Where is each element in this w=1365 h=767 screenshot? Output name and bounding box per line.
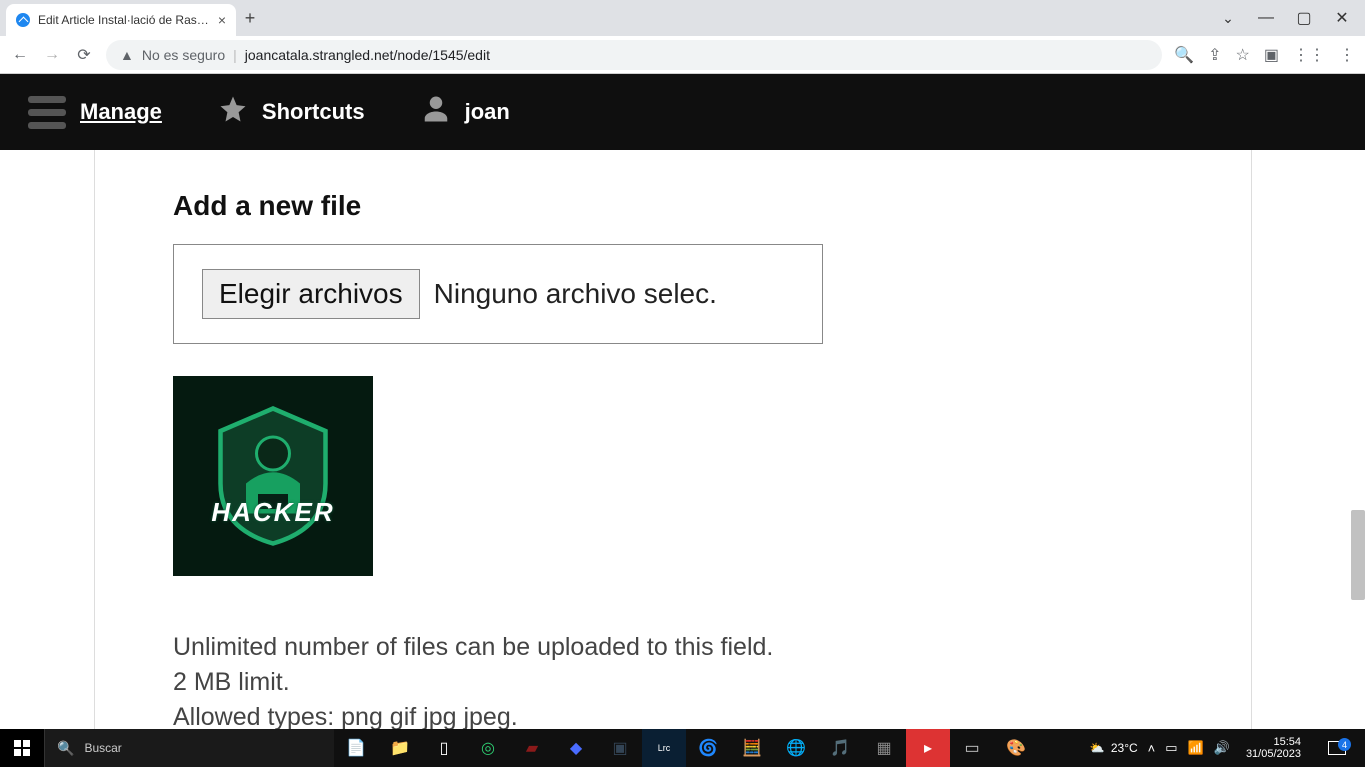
not-secure-icon: ▲ xyxy=(120,47,134,63)
weather-icon: ⛅ xyxy=(1090,741,1105,755)
action-center-button[interactable]: 4 xyxy=(1317,741,1357,755)
search-placeholder: Buscar xyxy=(84,741,121,755)
nav-back-icon[interactable]: ← xyxy=(10,46,30,64)
zoom-icon[interactable]: 🔍 xyxy=(1174,45,1194,65)
weather-widget[interactable]: ⛅ 23°C xyxy=(1090,741,1138,755)
window-controls: ⌄ — ▢ ✕ xyxy=(1213,8,1365,28)
user-menu[interactable]: joan xyxy=(393,94,538,130)
windows-taskbar: 🔍 Buscar 📄 📁 ▯ ◎ ▰ ◆ ▣ Lrc 🌀 🧮 🌐 🎵 ▦ ▸ ▭… xyxy=(0,729,1365,767)
app-lrc-icon[interactable]: Lrc xyxy=(642,729,686,767)
manage-label: Manage xyxy=(80,99,162,125)
security-label: No es seguro xyxy=(142,47,225,63)
hacker-shield-icon xyxy=(198,401,348,551)
window-close-icon[interactable]: ✕ xyxy=(1327,8,1357,28)
window-minimize-icon[interactable]: — xyxy=(1251,9,1281,27)
side-panel-icon[interactable]: ▣ xyxy=(1264,45,1279,65)
nav-forward-icon[interactable]: → xyxy=(42,46,62,64)
manage-menu[interactable]: Manage xyxy=(0,96,190,129)
bookmark-icon[interactable]: ☆ xyxy=(1236,45,1250,65)
address-url: joancatala.strangled.net/node/1545/edit xyxy=(245,47,490,63)
hamburger-icon xyxy=(28,96,66,129)
scrollbar-thumb[interactable] xyxy=(1351,510,1365,600)
app-chrome-icon[interactable]: 🌐 xyxy=(774,729,818,767)
content-panel: Add a new file Elegir archivos Ninguno a… xyxy=(94,150,1252,729)
help-line-2: 2 MB limit. xyxy=(173,665,1173,700)
user-icon xyxy=(421,94,451,130)
drupal-favicon-icon xyxy=(16,13,30,27)
taskbar-clock[interactable]: 15:54 31/05/2023 xyxy=(1240,736,1307,760)
app-paint-icon[interactable]: 🎨 xyxy=(994,729,1038,767)
app-dark-icon[interactable]: ▣ xyxy=(598,729,642,767)
app-explorer-icon[interactable]: 📁 xyxy=(378,729,422,767)
uploaded-image-thumbnail[interactable]: HACKER xyxy=(173,376,373,576)
app-notepadpp-icon[interactable]: 📄 xyxy=(334,729,378,767)
app-terminal-icon[interactable]: ▭ xyxy=(950,729,994,767)
app-blue-icon[interactable]: ◆ xyxy=(554,729,598,767)
star-icon xyxy=(218,94,248,130)
page-viewport: Add a new file Elegir archivos Ninguno a… xyxy=(0,150,1365,729)
window-maximize-icon[interactable]: ▢ xyxy=(1289,8,1319,28)
notification-badge: 4 xyxy=(1338,738,1351,751)
shortcuts-menu[interactable]: Shortcuts xyxy=(190,94,393,130)
start-button[interactable] xyxy=(0,729,44,767)
thumbnail-caption: HACKER xyxy=(211,497,334,528)
choose-files-button[interactable]: Elegir archivos xyxy=(202,269,420,319)
tab-title: Edit Article Instal·lació de Raspbi xyxy=(38,13,210,27)
search-icon: 🔍 xyxy=(57,740,74,757)
upload-help-text: Unlimited number of files can be uploade… xyxy=(173,630,1173,729)
tray-volume-icon[interactable]: 🔊 xyxy=(1214,740,1230,756)
tray-chevron-icon[interactable]: ˄ xyxy=(1148,741,1156,756)
section-heading: Add a new file xyxy=(173,190,1173,222)
taskbar-apps: 📄 📁 ▯ ◎ ▰ ◆ ▣ Lrc 🌀 🧮 🌐 🎵 ▦ ▸ ▭ 🎨 xyxy=(334,729,1038,767)
app-crimson-icon[interactable]: ▰ xyxy=(510,729,554,767)
drupal-admin-toolbar: Manage Shortcuts joan xyxy=(0,74,1365,150)
tab-close-icon[interactable]: × xyxy=(218,12,226,28)
app-green-icon[interactable]: ◎ xyxy=(466,729,510,767)
address-separator: | xyxy=(233,47,237,63)
user-label: joan xyxy=(465,99,510,125)
tab-menu-icon[interactable]: ⌄ xyxy=(1213,10,1243,27)
no-file-selected-label: Ninguno archivo selec. xyxy=(434,278,717,310)
help-line-3: Allowed types: png gif jpg jpeg. xyxy=(173,700,1173,729)
address-bar[interactable]: ▲ No es seguro | joancatala.strangled.ne… xyxy=(106,40,1162,70)
app-music-icon[interactable]: 🎵 xyxy=(818,729,862,767)
tab-strip: Edit Article Instal·lació de Raspbi × + … xyxy=(0,0,1365,36)
clock-time: 15:54 xyxy=(1246,736,1301,748)
share-icon[interactable]: ⇪ xyxy=(1208,45,1221,65)
help-line-1: Unlimited number of files can be uploade… xyxy=(173,630,1173,665)
system-tray: ⛅ 23°C ˄ ▭ 📶 🔊 15:54 31/05/2023 4 xyxy=(1082,736,1365,760)
address-actions: 🔍 ⇪ ☆ ▣ ⋮⋮ ⋮ xyxy=(1174,45,1355,65)
browser-tab[interactable]: Edit Article Instal·lació de Raspbi × xyxy=(6,4,236,36)
browser-menu-icon[interactable]: ⋮ xyxy=(1339,45,1355,65)
address-row: ← → ⟳ ▲ No es seguro | joancatala.strang… xyxy=(0,36,1365,74)
weather-temp: 23°C xyxy=(1111,741,1138,755)
tray-battery-icon[interactable]: ▭ xyxy=(1165,740,1177,756)
extensions-icon[interactable]: ⋮⋮ xyxy=(1293,45,1325,65)
tray-wifi-icon[interactable]: 📶 xyxy=(1188,740,1204,756)
taskbar-search[interactable]: 🔍 Buscar xyxy=(44,729,334,767)
browser-chrome: Edit Article Instal·lació de Raspbi × + … xyxy=(0,0,1365,74)
clock-date: 31/05/2023 xyxy=(1246,748,1301,760)
new-tab-button[interactable]: + xyxy=(236,8,264,29)
shortcuts-label: Shortcuts xyxy=(262,99,365,125)
app-red-icon[interactable]: ▸ xyxy=(906,729,950,767)
app-grey-icon[interactable]: ▦ xyxy=(862,729,906,767)
file-upload-widget[interactable]: Elegir archivos Ninguno archivo selec. xyxy=(173,244,823,344)
nav-reload-icon[interactable]: ⟳ xyxy=(74,45,94,65)
app-calc-icon[interactable]: 🧮 xyxy=(730,729,774,767)
app-swirl-icon[interactable]: 🌀 xyxy=(686,729,730,767)
app-text-icon[interactable]: ▯ xyxy=(422,729,466,767)
